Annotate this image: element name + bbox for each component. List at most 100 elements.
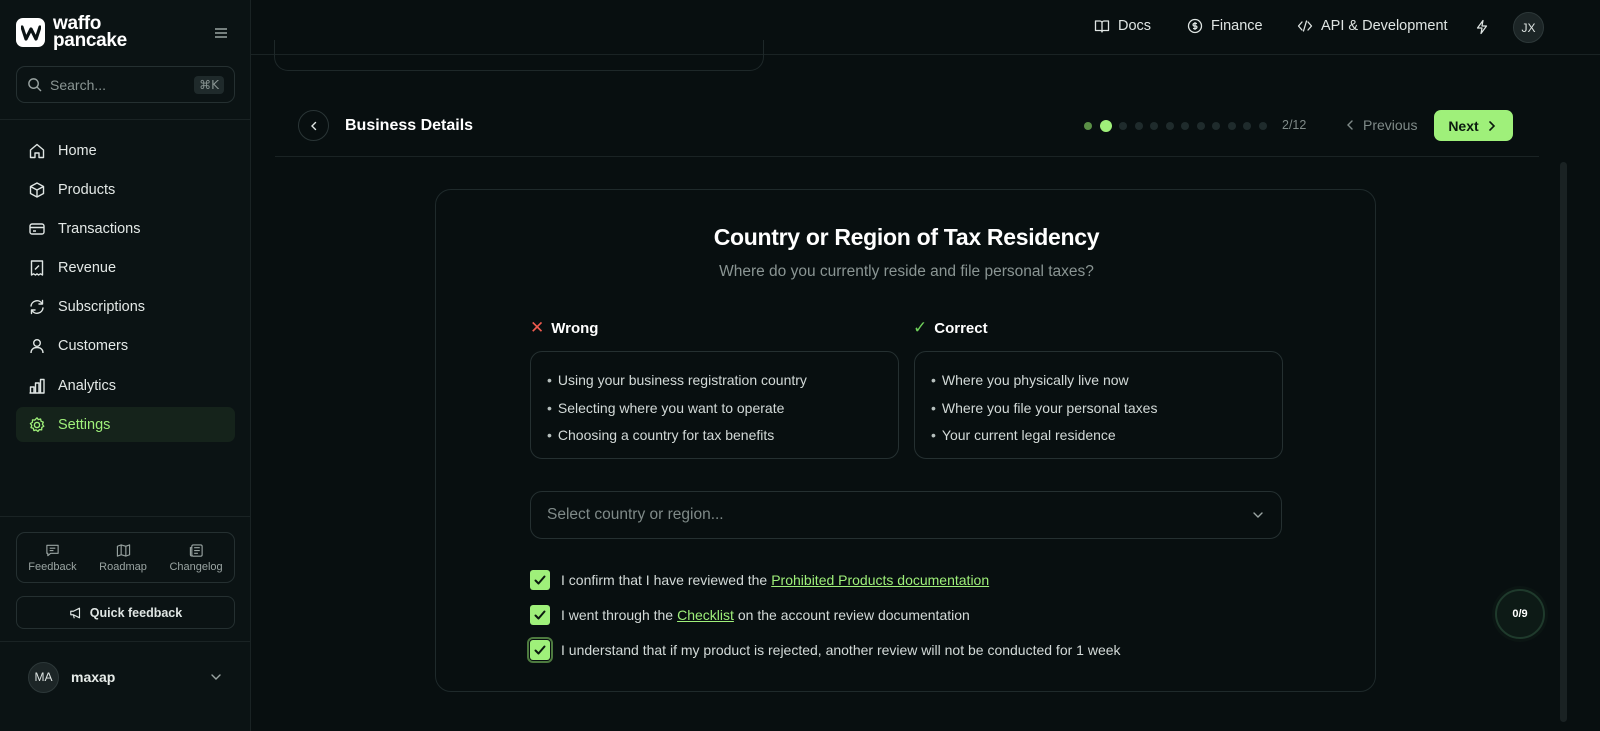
- step-header: Business Details 2/12 Previous Next: [275, 109, 1539, 157]
- confirm-prohibited-products-row: I confirm that I have reviewed the Prohi…: [530, 570, 993, 590]
- back-button[interactable]: [298, 110, 329, 141]
- changelog-link[interactable]: Changelog: [169, 543, 223, 573]
- step-dot: [1243, 122, 1251, 130]
- card-subtitle: Where do you currently reside and file p…: [719, 263, 1094, 280]
- step-title: Business Details: [345, 117, 474, 134]
- chevron-left-icon: [1347, 120, 1353, 130]
- finance-link[interactable]: Finance: [1187, 18, 1263, 34]
- user-icon: [30, 339, 44, 354]
- check-icon: ✓: [913, 318, 928, 337]
- sidebar-item-home[interactable]: Home: [16, 133, 235, 168]
- sidebar-item-subscriptions[interactable]: Subscriptions: [16, 290, 235, 325]
- sidebar-item-label: Settings: [58, 416, 111, 433]
- correct-heading: ✓ Correct: [913, 318, 988, 338]
- sidebar-item-products[interactable]: Products: [16, 172, 235, 207]
- sidebar-item-label: Analytics: [58, 377, 117, 394]
- correct-heading-label: Correct: [934, 319, 988, 337]
- progress-badge[interactable]: 0/9: [1495, 589, 1545, 639]
- confirm-prohibited-products-checkbox[interactable]: [530, 570, 550, 590]
- credit-card-icon: [29, 223, 45, 235]
- wrong-heading: ✕ Wrong: [530, 318, 598, 338]
- user-menu[interactable]: MA maxap: [16, 660, 235, 694]
- step-dot: [1084, 122, 1092, 130]
- home-icon: [29, 143, 45, 158]
- roadmap-link[interactable]: Roadmap: [99, 543, 147, 573]
- next-label: Next: [1448, 117, 1479, 134]
- step-dot: [1165, 122, 1174, 130]
- brand-logo-icon: [16, 18, 45, 47]
- step-dot-current: [1099, 120, 1112, 132]
- sidebar-divider: [0, 641, 251, 642]
- check-text: on the account review documentation: [737, 607, 970, 623]
- country-select[interactable]: Select country or region...: [530, 491, 1282, 539]
- check-text: I understand that if my product is rejec…: [561, 642, 1121, 658]
- sidebar-item-label: Revenue: [58, 260, 117, 277]
- api-development-link[interactable]: API & Development: [1297, 18, 1448, 34]
- step-dot: [1212, 122, 1220, 130]
- sidebar-item-analytics[interactable]: Analytics: [16, 368, 235, 403]
- previous-button[interactable]: Previous: [1343, 117, 1417, 133]
- bar-chart-icon: [29, 378, 45, 394]
- search-icon: [28, 78, 42, 92]
- checkmark-icon: [534, 645, 546, 655]
- confirm-review-policy-checkbox[interactable]: [527, 637, 553, 663]
- sidebar-item-label: Products: [58, 181, 116, 198]
- confirm-review-policy-row: I understand that if my product is rejec…: [527, 637, 1121, 663]
- sidebar-item-label: Subscriptions: [58, 299, 146, 316]
- list-item: Where you physically live now: [931, 367, 1266, 395]
- chevron-left-icon: [310, 121, 316, 130]
- sidebar: waffo pancake ⌘K Home Products Transacti…: [0, 0, 251, 731]
- next-button[interactable]: Next: [1434, 110, 1513, 141]
- step-dot: [1150, 122, 1158, 130]
- correct-examples-box: Where you physically live now Where you …: [914, 351, 1283, 459]
- api-development-label: API & Development: [1321, 18, 1448, 34]
- sidebar-item-transactions[interactable]: Transactions: [16, 211, 235, 246]
- step-dot: [1258, 122, 1267, 130]
- card-title: Country or Region of Tax Residency: [713, 224, 1100, 250]
- sidebar-item-settings[interactable]: Settings: [16, 407, 235, 443]
- confirm-checklist-row: I went through the Checklist on the acco…: [530, 605, 970, 625]
- step-progress-dots: [1084, 120, 1274, 132]
- sidebar-item-label: Transactions: [58, 220, 141, 237]
- app-root: waffo pancake ⌘K Home Products Transacti…: [0, 0, 1600, 731]
- step-dot: [1181, 122, 1189, 130]
- docs-link[interactable]: Docs: [1094, 18, 1151, 34]
- list-item: Where you file your personal taxes: [931, 395, 1266, 423]
- checklist-link[interactable]: Checklist: [677, 607, 734, 623]
- cross-icon: ✕: [530, 318, 545, 337]
- search-input[interactable]: [50, 76, 180, 93]
- feedback-link[interactable]: Feedback: [28, 543, 77, 573]
- megaphone-icon: [69, 607, 80, 618]
- sidebar-item-label: Customers: [58, 338, 129, 355]
- scrollbar[interactable]: [1560, 162, 1567, 722]
- wrong-examples-box: Using your business registration country…: [530, 351, 899, 459]
- quick-feedback-button[interactable]: Quick feedback: [16, 596, 235, 629]
- step-dot: [1196, 122, 1205, 130]
- checkmark-icon: [534, 575, 546, 585]
- account-avatar[interactable]: JX: [1513, 12, 1544, 43]
- sidebar-item-customers[interactable]: Customers: [16, 329, 235, 364]
- wrong-heading-label: Wrong: [551, 319, 599, 337]
- avatar: MA: [28, 661, 59, 693]
- search-box[interactable]: ⌘K: [16, 66, 235, 103]
- country-select-placeholder: Select country or region...: [547, 506, 724, 523]
- chevron-down-icon: [211, 674, 221, 680]
- changelog-label: Changelog: [169, 560, 223, 573]
- dollar-circle-icon: [1187, 18, 1203, 34]
- list-item: Selecting where you want to operate: [547, 395, 882, 423]
- step-dot: [1119, 122, 1127, 130]
- sidebar-item-revenue[interactable]: Revenue: [16, 251, 235, 286]
- brand-wordmark: waffo pancake: [53, 14, 127, 50]
- bolt-icon[interactable]: [1474, 19, 1490, 35]
- step-dot: [1227, 122, 1236, 130]
- quick-feedback-label: Quick feedback: [89, 605, 183, 620]
- code-icon: [1297, 20, 1313, 32]
- sidebar-nav: Home Products Transactions Revenue Subsc…: [16, 133, 235, 447]
- confirm-checklist-checkbox[interactable]: [530, 605, 550, 625]
- docs-label: Docs: [1118, 18, 1152, 34]
- prohibited-products-link[interactable]: Prohibited Products documentation: [771, 572, 989, 588]
- map-icon: [116, 543, 130, 557]
- user-name: maxap: [71, 669, 116, 685]
- tax-residency-card: Country or Region of Tax Residency Where…: [435, 189, 1376, 692]
- menu-toggle-icon[interactable]: [214, 26, 228, 40]
